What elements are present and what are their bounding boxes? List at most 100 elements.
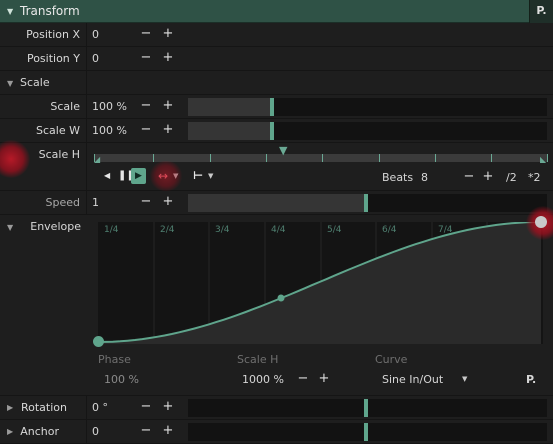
scale-w-plus-button[interactable]: + (162, 122, 174, 137)
dropdown-icon[interactable]: ▼ (208, 172, 213, 180)
scale-slider-fill (188, 98, 275, 116)
position-y-label: Position Y (26, 52, 80, 65)
beats-value[interactable]: 8 (421, 171, 428, 184)
playhead-icon[interactable]: ▼ (279, 144, 287, 157)
position-x-minus-button[interactable]: − (140, 26, 152, 41)
beats-divide-button[interactable]: /2 (506, 171, 517, 184)
timeline-tick (322, 154, 323, 162)
speed-row: Speed 1 − + (0, 191, 553, 215)
collapse-arrow-icon[interactable]: ▼ (7, 223, 13, 232)
phase-label: Phase (98, 353, 131, 366)
transform-header[interactable]: ▼ Transform P. (0, 0, 553, 23)
anchor-value[interactable]: 0 (92, 425, 99, 438)
envelope-start-point[interactable] (93, 336, 104, 347)
scale-section-label: Scale (20, 76, 50, 89)
scale-value[interactable]: 100 % (92, 100, 127, 113)
beats-multiply-button[interactable]: *2 (528, 171, 541, 184)
anchor-label-cell: ▶ Anchor (0, 420, 87, 443)
param-minus-button[interactable]: − (297, 371, 309, 386)
timeline-tick (491, 154, 492, 162)
position-y-row: Position Y 0 − + (0, 47, 553, 71)
anchor-slider-handle[interactable] (363, 423, 368, 441)
anchor-minus-button[interactable]: − (140, 423, 152, 438)
scale-h-label: Scale H (38, 148, 80, 161)
speed-value[interactable]: 1 (92, 196, 99, 209)
timeline-tick (379, 154, 380, 162)
scale-w-slider[interactable] (188, 122, 547, 140)
speed-label: Speed (45, 196, 80, 209)
position-x-row: Position X 0 − + (0, 23, 553, 47)
scale-label: Scale (50, 100, 80, 113)
scale-w-slider-handle[interactable] (270, 122, 275, 140)
param-plus-button[interactable]: + (318, 371, 330, 386)
rotation-plus-button[interactable]: + (162, 399, 174, 414)
curve-select[interactable]: Sine In/Out (382, 373, 443, 386)
envelope-graph[interactable]: 1/42/43/44/45/46/47/48/4 (98, 222, 543, 344)
header-preset-button[interactable]: P. (529, 0, 553, 23)
timeline-tick (266, 154, 267, 162)
anchor-row: ▶ Anchor 0 − + (0, 420, 553, 444)
rotation-value[interactable]: 0 ° (92, 401, 108, 414)
scale-section-label-cell: ▼ Scale (0, 71, 87, 94)
phase-value[interactable]: 100 % (104, 373, 139, 386)
scale-w-label-cell: Scale W (0, 119, 87, 142)
position-x-plus-button[interactable]: + (162, 26, 174, 41)
expand-arrow-icon[interactable]: ▶ (7, 427, 13, 436)
scale-w-slider-fill (188, 122, 275, 140)
position-y-minus-button[interactable]: − (140, 50, 152, 65)
anchor-plus-button[interactable]: + (162, 423, 174, 438)
end-marker-icon[interactable]: ⊢ (193, 169, 203, 182)
prev-icon[interactable]: ◀ (104, 171, 110, 180)
position-y-plus-button[interactable]: + (162, 50, 174, 65)
scale-row: Scale 100 % − + (0, 95, 553, 119)
scale-minus-button[interactable]: − (140, 98, 152, 113)
envelope-label: Envelope (30, 220, 81, 233)
scale-slider[interactable] (188, 98, 547, 116)
timeline-tick (153, 154, 154, 162)
rotation-slider-handle[interactable] (363, 399, 368, 417)
timeline-tick (210, 154, 211, 162)
collapse-arrow-icon[interactable]: ▼ (7, 79, 13, 88)
envelope-label-cell: ▼ Envelope (0, 215, 87, 395)
speed-label-cell: Speed (0, 191, 87, 214)
scale-section-row[interactable]: ▼ Scale (0, 71, 553, 95)
header-title: Transform (20, 4, 80, 18)
position-x-label-cell: Position X (0, 23, 87, 46)
scale-label-cell: Scale (0, 95, 87, 118)
envelope-mid-point[interactable] (277, 294, 285, 302)
beats-minus-button[interactable]: − (463, 169, 475, 184)
rotation-label-cell: ▶ Rotation (0, 396, 87, 419)
curve-label: Curve (375, 353, 408, 366)
play-icon[interactable]: ▶ (131, 168, 146, 184)
position-x-label: Position X (26, 28, 80, 41)
envelope-preset-button[interactable]: P. (526, 373, 536, 386)
param-value[interactable]: 1000 % (242, 373, 284, 386)
scale-w-row: Scale W 100 % − + (0, 119, 553, 143)
speed-slider[interactable] (188, 194, 547, 212)
rotation-minus-button[interactable]: − (140, 399, 152, 414)
scale-w-value[interactable]: 100 % (92, 124, 127, 137)
scale-slider-handle[interactable] (270, 98, 275, 116)
param-label: Scale H (237, 353, 279, 366)
scale-plus-button[interactable]: + (162, 98, 174, 113)
timeline-end-marker-icon: ◣ (540, 155, 547, 164)
position-x-value[interactable]: 0 (92, 28, 99, 41)
speed-minus-button[interactable]: − (140, 194, 152, 209)
beats-label: Beats (382, 171, 414, 184)
collapse-arrow-icon[interactable]: ▼ (7, 7, 13, 16)
position-y-value[interactable]: 0 (92, 52, 99, 65)
speed-slider-fill (188, 194, 368, 212)
beats-plus-button[interactable]: + (482, 169, 494, 184)
scale-w-label: Scale W (36, 124, 80, 137)
envelope-end-point[interactable] (535, 216, 547, 228)
scale-w-minus-button[interactable]: − (140, 122, 152, 137)
envelope-curve-svg (98, 222, 542, 344)
timeline-tick (435, 154, 436, 162)
speed-plus-button[interactable]: + (162, 194, 174, 209)
rotation-slider[interactable] (188, 399, 547, 417)
dropdown-icon[interactable]: ▼ (462, 375, 467, 383)
anchor-slider[interactable] (188, 423, 547, 441)
speed-slider-handle[interactable] (363, 194, 368, 212)
position-y-label-cell: Position Y (0, 47, 87, 70)
expand-arrow-icon[interactable]: ▶ (7, 403, 13, 412)
